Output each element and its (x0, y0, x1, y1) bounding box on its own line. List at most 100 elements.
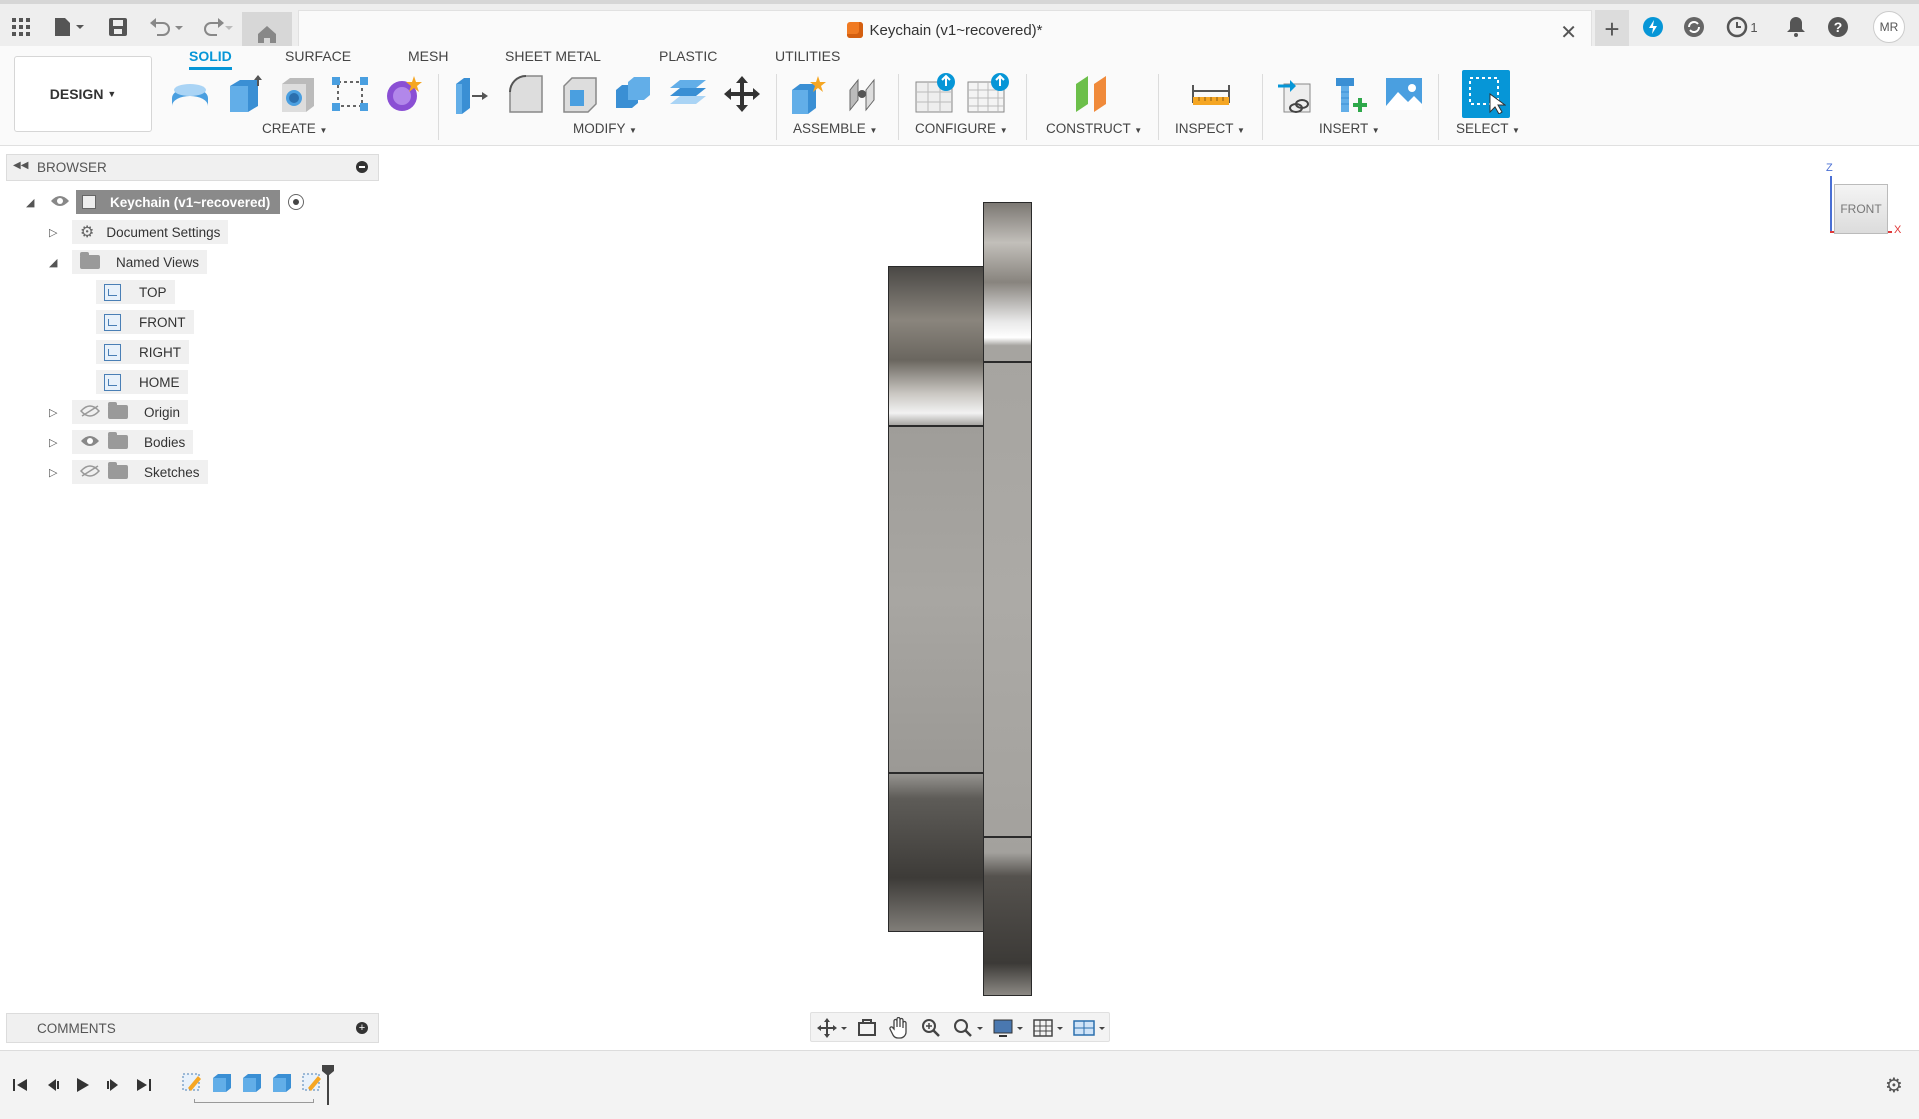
workspace-switcher-button[interactable]: DESIGN ▼ (14, 56, 152, 132)
comments-panel[interactable]: COMMENTS + (6, 1013, 379, 1043)
tab-utilities[interactable]: UTILITIES (775, 48, 840, 64)
new-tab-icon[interactable]: + (1595, 10, 1629, 48)
insert-group-dropdown[interactable]: INSERT ▼ (1319, 121, 1380, 136)
modify-group-dropdown[interactable]: MODIFY ▼ (573, 121, 637, 136)
select-window-icon[interactable] (1462, 70, 1510, 118)
configure-rules-icon[interactable] (966, 72, 1010, 116)
insert-canvas-icon[interactable] (1382, 72, 1426, 116)
press-pull-icon[interactable] (450, 72, 494, 116)
play-icon[interactable] (70, 1073, 94, 1097)
expand-arrow[interactable]: ▷ (49, 466, 57, 479)
display-settings-icon[interactable] (993, 1018, 1025, 1043)
create-group-dropdown[interactable]: CREATE ▼ (262, 121, 327, 136)
save-icon[interactable] (106, 12, 130, 42)
go-to-end-icon[interactable] (132, 1073, 156, 1097)
redo-icon[interactable] (196, 12, 236, 42)
browser-panel-header[interactable]: ◀◀ BROWSER (6, 154, 379, 181)
offset-face-icon[interactable] (666, 72, 710, 116)
measure-icon[interactable] (1189, 72, 1233, 116)
browser-minimize-icon[interactable] (356, 161, 368, 173)
timeline-marker-handle[interactable] (322, 1065, 334, 1105)
viewcube[interactable]: Z X FRONT (1824, 160, 1904, 244)
inspect-group-dropdown[interactable]: INSPECT ▼ (1175, 121, 1245, 136)
assemble-group-dropdown[interactable]: ASSEMBLE ▼ (793, 121, 877, 136)
browser-root-row[interactable]: Keychain (v1~recovered) (50, 190, 305, 214)
select-group-dropdown[interactable]: SELECT ▼ (1456, 121, 1520, 136)
eye-hidden-icon[interactable] (79, 404, 101, 420)
undo-icon[interactable] (146, 12, 186, 42)
keychain-plate-section[interactable] (983, 202, 1032, 996)
viewports-icon[interactable] (1073, 1018, 1107, 1043)
browser-item-document-settings[interactable]: ⚙ Document Settings (72, 220, 229, 244)
activate-component-radio[interactable] (288, 194, 305, 210)
construct-group-dropdown[interactable]: CONSTRUCT ▼ (1046, 121, 1142, 136)
tab-mesh[interactable]: MESH (408, 48, 448, 64)
step-back-icon[interactable] (40, 1073, 64, 1097)
viewcube-front-face[interactable]: FRONT (1834, 184, 1888, 234)
timeline-sketch-icon[interactable] (180, 1070, 204, 1094)
document-tab[interactable]: Keychain (v1~recovered)* ✕ (298, 10, 1592, 50)
expand-arrow[interactable]: ▷ (49, 226, 57, 239)
step-forward-icon[interactable] (102, 1073, 126, 1097)
pan-hand-icon[interactable] (889, 1016, 909, 1044)
timeline-extrude-icon[interactable] (240, 1070, 264, 1094)
tab-sheet-metal[interactable]: SHEET METAL (505, 48, 601, 64)
shell-icon[interactable] (558, 72, 602, 116)
named-view-top[interactable]: TOP (96, 280, 175, 304)
home-tab[interactable] (242, 12, 292, 50)
named-view-right[interactable]: RIGHT (96, 340, 189, 364)
zoom-window-icon[interactable] (953, 1018, 985, 1043)
tab-solid[interactable]: SOLID (189, 48, 232, 70)
move-copy-icon[interactable] (720, 72, 764, 116)
close-tab-icon[interactable]: ✕ (1560, 20, 1577, 45)
timeline-sketch-icon[interactable] (300, 1070, 324, 1094)
tab-surface[interactable]: SURFACE (285, 48, 351, 64)
eye-visible-icon[interactable] (80, 435, 100, 450)
eye-visible-icon[interactable] (50, 195, 76, 210)
file-menu-icon[interactable] (50, 12, 88, 42)
job-status-icon[interactable]: 1 (1722, 12, 1762, 42)
look-at-icon[interactable] (857, 1018, 877, 1043)
create-form-icon[interactable] (382, 72, 426, 116)
root-collapse-arrow[interactable]: ◢ (26, 196, 34, 209)
extensions-icon[interactable] (1640, 12, 1666, 42)
keychain-hub-section[interactable] (888, 266, 984, 932)
orbit-icon[interactable] (817, 1018, 849, 1043)
browser-item-bodies[interactable]: Bodies (72, 430, 194, 454)
timeline-extrude-icon[interactable] (210, 1070, 234, 1094)
browser-item-named-views[interactable]: Named Views (72, 250, 208, 274)
browser-item-sketches[interactable]: Sketches (72, 460, 208, 484)
notifications-bell-icon[interactable] (1783, 12, 1809, 42)
add-comment-icon[interactable]: + (356, 1022, 368, 1034)
insert-mcmaster-carr-icon[interactable] (1328, 72, 1372, 116)
combine-icon[interactable] (612, 72, 656, 116)
help-icon[interactable]: ? (1825, 12, 1851, 42)
configure-table-icon[interactable] (914, 72, 958, 116)
offset-plane-icon[interactable] (1070, 72, 1114, 116)
joint-icon[interactable] (842, 72, 886, 116)
named-view-home[interactable]: HOME (96, 370, 188, 394)
eye-hidden-icon[interactable] (79, 464, 101, 480)
named-view-front[interactable]: FRONT (96, 310, 194, 334)
collapse-arrow[interactable]: ◢ (49, 256, 57, 269)
go-to-start-icon[interactable] (8, 1073, 32, 1097)
sync-icon[interactable] (1681, 12, 1707, 42)
tab-plastic[interactable]: PLASTIC (659, 48, 717, 64)
app-grid-icon[interactable] (8, 12, 34, 42)
user-avatar[interactable]: MR (1873, 11, 1905, 43)
zoom-icon[interactable] (921, 1018, 941, 1043)
new-sketch-extrude-icon[interactable] (168, 72, 212, 116)
model-viewport-body[interactable] (880, 200, 1060, 1000)
insert-derive-icon[interactable] (1274, 72, 1318, 116)
extrude-icon[interactable] (222, 72, 266, 116)
new-component-icon[interactable] (786, 72, 830, 116)
rectangular-pattern-icon[interactable] (328, 72, 372, 116)
hole-icon[interactable] (276, 72, 320, 116)
expand-arrow[interactable]: ▷ (49, 406, 57, 419)
timeline-settings-gear-icon[interactable]: ⚙ (1882, 1073, 1906, 1097)
collapse-panel-icon[interactable]: ◀◀ (13, 160, 28, 171)
expand-arrow[interactable]: ▷ (49, 436, 57, 449)
browser-item-origin[interactable]: Origin (72, 400, 189, 424)
fillet-icon[interactable] (504, 72, 548, 116)
configure-group-dropdown[interactable]: CONFIGURE ▼ (915, 121, 1008, 136)
